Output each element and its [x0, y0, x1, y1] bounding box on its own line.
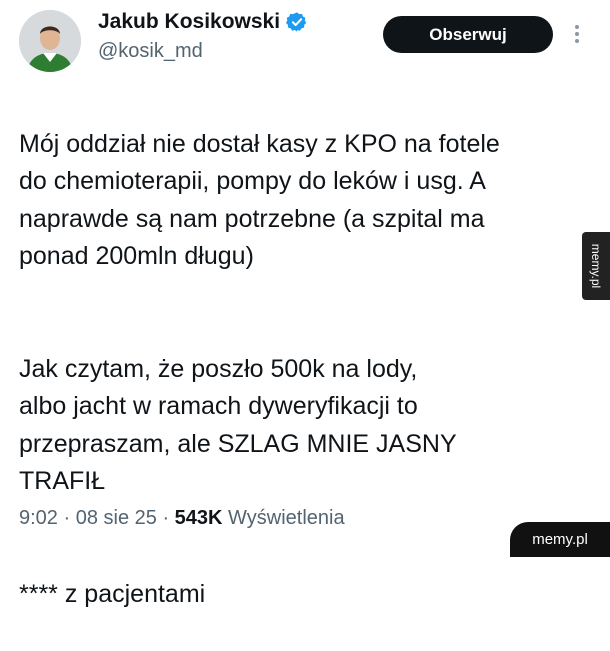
- meta-separator: ·: [63, 507, 76, 529]
- author-display-name[interactable]: Jakub Kosikowski: [98, 10, 280, 34]
- tweet-paragraph: **** z pacjentami: [19, 579, 206, 608]
- meta-separator: ·: [162, 507, 175, 529]
- author-handle[interactable]: @kosik_md: [98, 40, 203, 63]
- tweet-meta: 9:02 · 08 sie 25 · 543K Wyświetlenia: [19, 507, 345, 530]
- tweet-paragraph: Mój oddział nie dostał kasy z KPO na fot…: [19, 129, 500, 271]
- tweet-text: Mój oddział nie dostał kasy z KPO na fot…: [19, 88, 574, 651]
- views-label: Wyświetlenia: [228, 507, 345, 529]
- tweet-time[interactable]: 9:02: [19, 507, 58, 529]
- more-options-icon[interactable]: [570, 22, 584, 48]
- watermark-side-text: memy.pl: [589, 243, 604, 289]
- author-name-row: Jakub Kosikowski: [98, 10, 308, 34]
- avatar[interactable]: [19, 10, 81, 72]
- verified-badge-icon: [286, 12, 307, 32]
- tweet-paragraph: Jak czytam, że poszło 500k na lody, albo…: [19, 354, 457, 496]
- views-count: 543K: [174, 507, 223, 529]
- watermark-side: memy.pl: [582, 232, 610, 300]
- tweet-date[interactable]: 08 sie 25: [76, 507, 157, 529]
- watermark-bottom: memy.pl: [510, 522, 610, 557]
- follow-button[interactable]: Obserwuj: [383, 16, 553, 53]
